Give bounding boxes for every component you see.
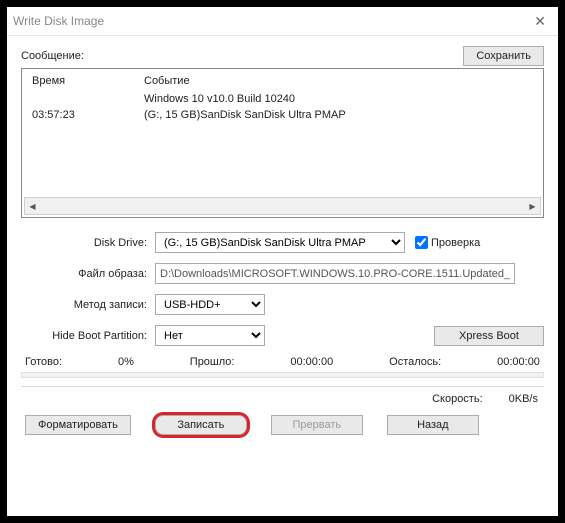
remain-value: 00:00:00 xyxy=(497,356,540,368)
scroll-left-icon[interactable]: ◀ xyxy=(25,199,40,213)
content: Сообщение: Сохранить Время Событие Windo… xyxy=(7,36,558,516)
verify-checkbox[interactable]: Проверка xyxy=(415,236,480,249)
save-button[interactable]: Сохранить xyxy=(463,46,544,66)
hide-boot-label: Hide Boot Partition: xyxy=(21,330,155,342)
elapsed-label: Прошло: xyxy=(190,356,235,368)
progress-bar xyxy=(21,372,544,378)
horizontal-scrollbar[interactable]: ◀ ▶ xyxy=(24,197,541,215)
ready-value: 0% xyxy=(118,356,134,368)
hide-boot-select[interactable]: Нет xyxy=(155,325,265,346)
image-file-field[interactable] xyxy=(155,263,515,284)
abort-button: Прервать xyxy=(271,415,363,435)
window-title: Write Disk Image xyxy=(13,14,104,28)
disk-drive-select[interactable]: (G:, 15 GB)SanDisk SanDisk Ultra PMAP xyxy=(155,232,405,253)
speed-label: Скорость: xyxy=(432,393,483,405)
titlebar: Write Disk Image ✕ xyxy=(7,7,558,36)
back-button[interactable]: Назад xyxy=(387,415,479,435)
col-time: Время xyxy=(26,75,138,91)
remain-label: Осталось: xyxy=(389,356,441,368)
disk-drive-label: Disk Drive: xyxy=(21,237,155,249)
speed-value: 0KB/s xyxy=(509,393,538,405)
log-listbox[interactable]: Время Событие Windows 10 v10.0 Build 102… xyxy=(21,68,544,218)
message-label: Сообщение: xyxy=(21,50,84,62)
write-button[interactable]: Записать xyxy=(155,415,247,435)
format-button[interactable]: Форматировать xyxy=(25,415,131,435)
col-event: Событие xyxy=(138,75,539,91)
window: Write Disk Image ✕ Сообщение: Сохранить … xyxy=(7,7,558,516)
image-file-label: Файл образа: xyxy=(21,268,155,280)
verify-checkbox-input[interactable] xyxy=(415,236,428,249)
ready-label: Готово: xyxy=(25,356,62,368)
log-row: Windows 10 v10.0 Build 10240 xyxy=(26,91,539,107)
close-icon[interactable]: ✕ xyxy=(528,13,552,30)
elapsed-value: 00:00:00 xyxy=(290,356,333,368)
divider xyxy=(21,386,544,387)
xpress-boot-button[interactable]: Xpress Boot xyxy=(434,326,544,346)
write-method-select[interactable]: USB-HDD+ xyxy=(155,294,265,315)
log-row: 03:57:23(G:, 15 GB)SanDisk SanDisk Ultra… xyxy=(26,107,539,123)
write-method-label: Метод записи: xyxy=(21,299,155,311)
scroll-right-icon[interactable]: ▶ xyxy=(525,199,540,213)
